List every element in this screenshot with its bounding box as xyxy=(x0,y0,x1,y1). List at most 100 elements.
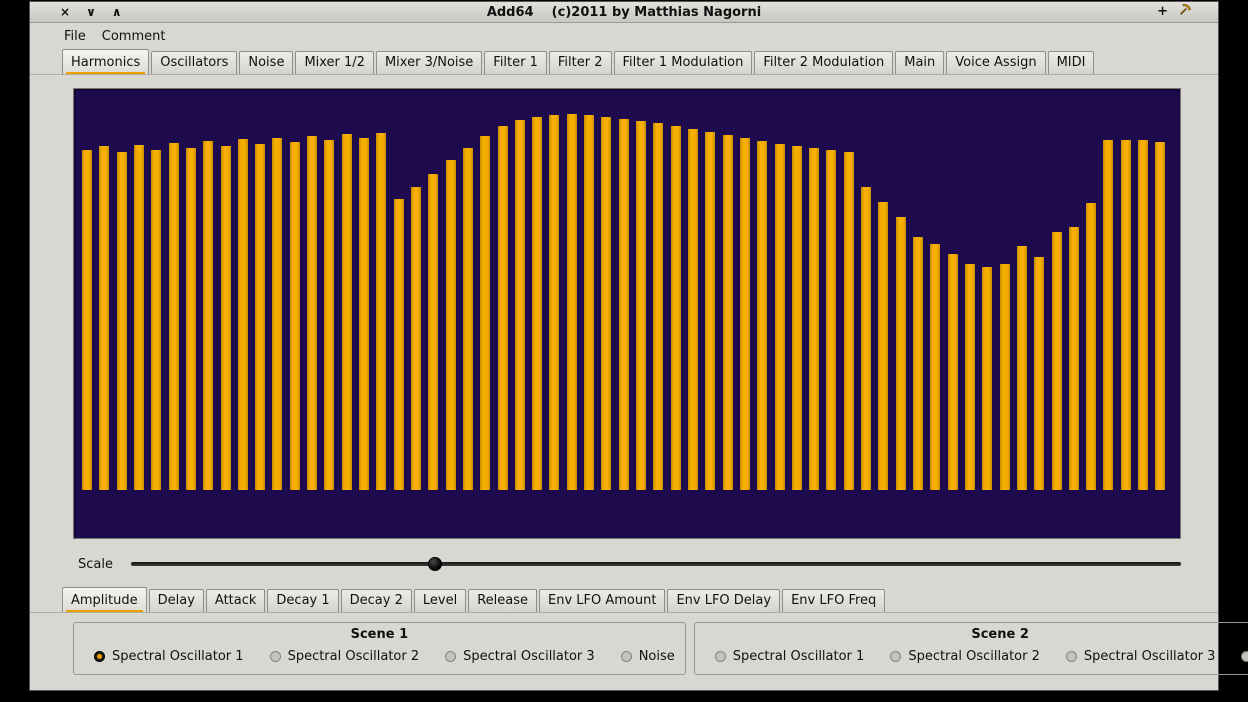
radio-scene-1-noise[interactable]: Noise xyxy=(621,649,675,664)
harmonic-bar-28[interactable] xyxy=(549,115,559,490)
harmonic-bar-17[interactable] xyxy=(359,138,369,490)
radio-scene-2-spectral-oscillator-3[interactable]: Spectral Oscillator 3 xyxy=(1066,649,1216,664)
harmonic-bar-23[interactable] xyxy=(463,148,473,490)
harmonic-bar-42[interactable] xyxy=(792,146,802,490)
tab-main[interactable]: Main xyxy=(895,51,944,74)
harmonic-bar-8[interactable] xyxy=(203,141,213,490)
radio-scene-2-spectral-oscillator-1[interactable]: Spectral Oscillator 1 xyxy=(715,649,865,664)
tab-noise[interactable]: Noise xyxy=(239,51,293,74)
harmonic-bar-6[interactable] xyxy=(169,143,179,490)
harmonic-bar-18[interactable] xyxy=(376,133,386,490)
harmonic-bar-11[interactable] xyxy=(255,144,265,490)
harmonic-bar-49[interactable] xyxy=(913,237,923,490)
scale-slider-handle[interactable] xyxy=(428,557,442,571)
harmonic-bar-27[interactable] xyxy=(532,117,542,490)
env-tab-env-lfo-freq[interactable]: Env LFO Freq xyxy=(782,589,885,612)
harmonic-bar-61[interactable] xyxy=(1121,140,1131,490)
harmonic-bar-38[interactable] xyxy=(723,135,733,490)
harmonic-bar-25[interactable] xyxy=(498,126,508,490)
harmonic-bar-54[interactable] xyxy=(1000,264,1010,490)
tab-mixer-1-2[interactable]: Mixer 1/2 xyxy=(295,51,374,74)
harmonic-bar-7[interactable] xyxy=(186,148,196,490)
harmonic-bar-46[interactable] xyxy=(861,187,871,490)
menu-comment[interactable]: Comment xyxy=(96,27,172,46)
radio-scene-1-spectral-oscillator-2[interactable]: Spectral Oscillator 2 xyxy=(270,649,420,664)
harmonic-bar-44[interactable] xyxy=(826,150,836,490)
radio-scene-2-spectral-oscillator-2[interactable]: Spectral Oscillator 2 xyxy=(890,649,1040,664)
harmonic-bar-13[interactable] xyxy=(290,142,300,490)
radio-scene-2-noise[interactable]: Noise xyxy=(1241,649,1248,664)
harmonic-bar-35[interactable] xyxy=(671,126,681,490)
harmonic-bar-12[interactable] xyxy=(272,138,282,490)
env-tab-env-lfo-amount[interactable]: Env LFO Amount xyxy=(539,589,665,612)
radio-scene-1-spectral-oscillator-3[interactable]: Spectral Oscillator 3 xyxy=(445,649,595,664)
harmonic-bar-48[interactable] xyxy=(896,217,906,490)
env-tab-decay-2[interactable]: Decay 2 xyxy=(341,589,412,612)
harmonic-bar-40[interactable] xyxy=(757,141,767,490)
harmonic-bar-50[interactable] xyxy=(930,244,940,490)
harmonic-bar-37[interactable] xyxy=(705,132,715,490)
harmonic-bar-34[interactable] xyxy=(653,123,663,490)
harmonic-bar-15[interactable] xyxy=(324,140,334,490)
scale-slider[interactable] xyxy=(131,556,1181,572)
harmonic-bar-21[interactable] xyxy=(428,174,438,490)
harmonic-bar-1[interactable] xyxy=(82,150,92,490)
harmonic-bar-39[interactable] xyxy=(740,138,750,490)
harmonic-bar-3[interactable] xyxy=(117,152,127,490)
harmonic-bar-58[interactable] xyxy=(1069,227,1079,490)
harmonic-bar-29[interactable] xyxy=(567,114,577,490)
harmonic-bar-56[interactable] xyxy=(1034,257,1044,490)
menu-file[interactable]: File xyxy=(58,27,92,46)
harmonic-bar-31[interactable] xyxy=(601,117,611,490)
harmonic-bar-57[interactable] xyxy=(1052,232,1062,490)
harmonic-bar-33[interactable] xyxy=(636,121,646,490)
harmonic-bar-16[interactable] xyxy=(342,134,352,490)
harmonic-bar-5[interactable] xyxy=(151,150,161,490)
harmonic-bar-41[interactable] xyxy=(775,144,785,490)
harmonic-bar-32[interactable] xyxy=(619,119,629,490)
harmonic-bar-60[interactable] xyxy=(1103,140,1113,490)
tab-filter-2-modulation[interactable]: Filter 2 Modulation xyxy=(754,51,893,74)
harmonic-bar-24[interactable] xyxy=(480,136,490,490)
harmonic-bar-47[interactable] xyxy=(878,202,888,490)
harmonic-bar-2[interactable] xyxy=(99,146,109,490)
tab-voice-assign[interactable]: Voice Assign xyxy=(946,51,1045,74)
env-tab-level[interactable]: Level xyxy=(414,589,466,612)
harmonic-bar-43[interactable] xyxy=(809,148,819,490)
harmonic-bar-30[interactable] xyxy=(584,115,594,490)
harmonic-bar-26[interactable] xyxy=(515,120,525,490)
harmonic-bar-20[interactable] xyxy=(411,187,421,490)
tab-filter-2[interactable]: Filter 2 xyxy=(549,51,612,74)
harmonic-bar-4[interactable] xyxy=(134,145,144,490)
harmonics-display[interactable] xyxy=(73,88,1181,539)
tab-filter-1-modulation[interactable]: Filter 1 Modulation xyxy=(614,51,753,74)
harmonics-bars xyxy=(74,89,1180,538)
radio-scene-1-spectral-oscillator-1[interactable]: Spectral Oscillator 1 xyxy=(94,649,244,664)
harmonic-bar-36[interactable] xyxy=(688,129,698,490)
harmonic-bar-14[interactable] xyxy=(307,136,317,490)
harmonic-bar-22[interactable] xyxy=(446,160,456,490)
tab-mixer-3-noise[interactable]: Mixer 3/Noise xyxy=(376,51,482,74)
tab-oscillators[interactable]: Oscillators xyxy=(151,51,237,74)
harmonic-bar-53[interactable] xyxy=(982,267,992,490)
tab-midi[interactable]: MIDI xyxy=(1048,51,1095,74)
harmonic-bar-45[interactable] xyxy=(844,152,854,490)
env-tab-decay-1[interactable]: Decay 1 xyxy=(267,589,338,612)
env-tab-env-lfo-delay[interactable]: Env LFO Delay xyxy=(667,589,780,612)
scale-slider-track[interactable] xyxy=(131,562,1181,566)
harmonic-bar-62[interactable] xyxy=(1138,140,1148,490)
harmonic-bar-63[interactable] xyxy=(1155,142,1165,490)
harmonic-bar-9[interactable] xyxy=(221,146,231,490)
env-tab-attack[interactable]: Attack xyxy=(206,589,266,612)
env-tab-amplitude[interactable]: Amplitude xyxy=(62,587,147,612)
harmonic-bar-55[interactable] xyxy=(1017,246,1027,490)
harmonic-bar-52[interactable] xyxy=(965,264,975,490)
harmonic-bar-10[interactable] xyxy=(238,139,248,490)
harmonic-bar-59[interactable] xyxy=(1086,203,1096,490)
tab-harmonics[interactable]: Harmonics xyxy=(62,49,149,74)
env-tab-delay[interactable]: Delay xyxy=(149,589,204,612)
tab-filter-1[interactable]: Filter 1 xyxy=(484,51,547,74)
env-tab-release[interactable]: Release xyxy=(468,589,537,612)
harmonic-bar-19[interactable] xyxy=(394,199,404,490)
harmonic-bar-51[interactable] xyxy=(948,254,958,490)
